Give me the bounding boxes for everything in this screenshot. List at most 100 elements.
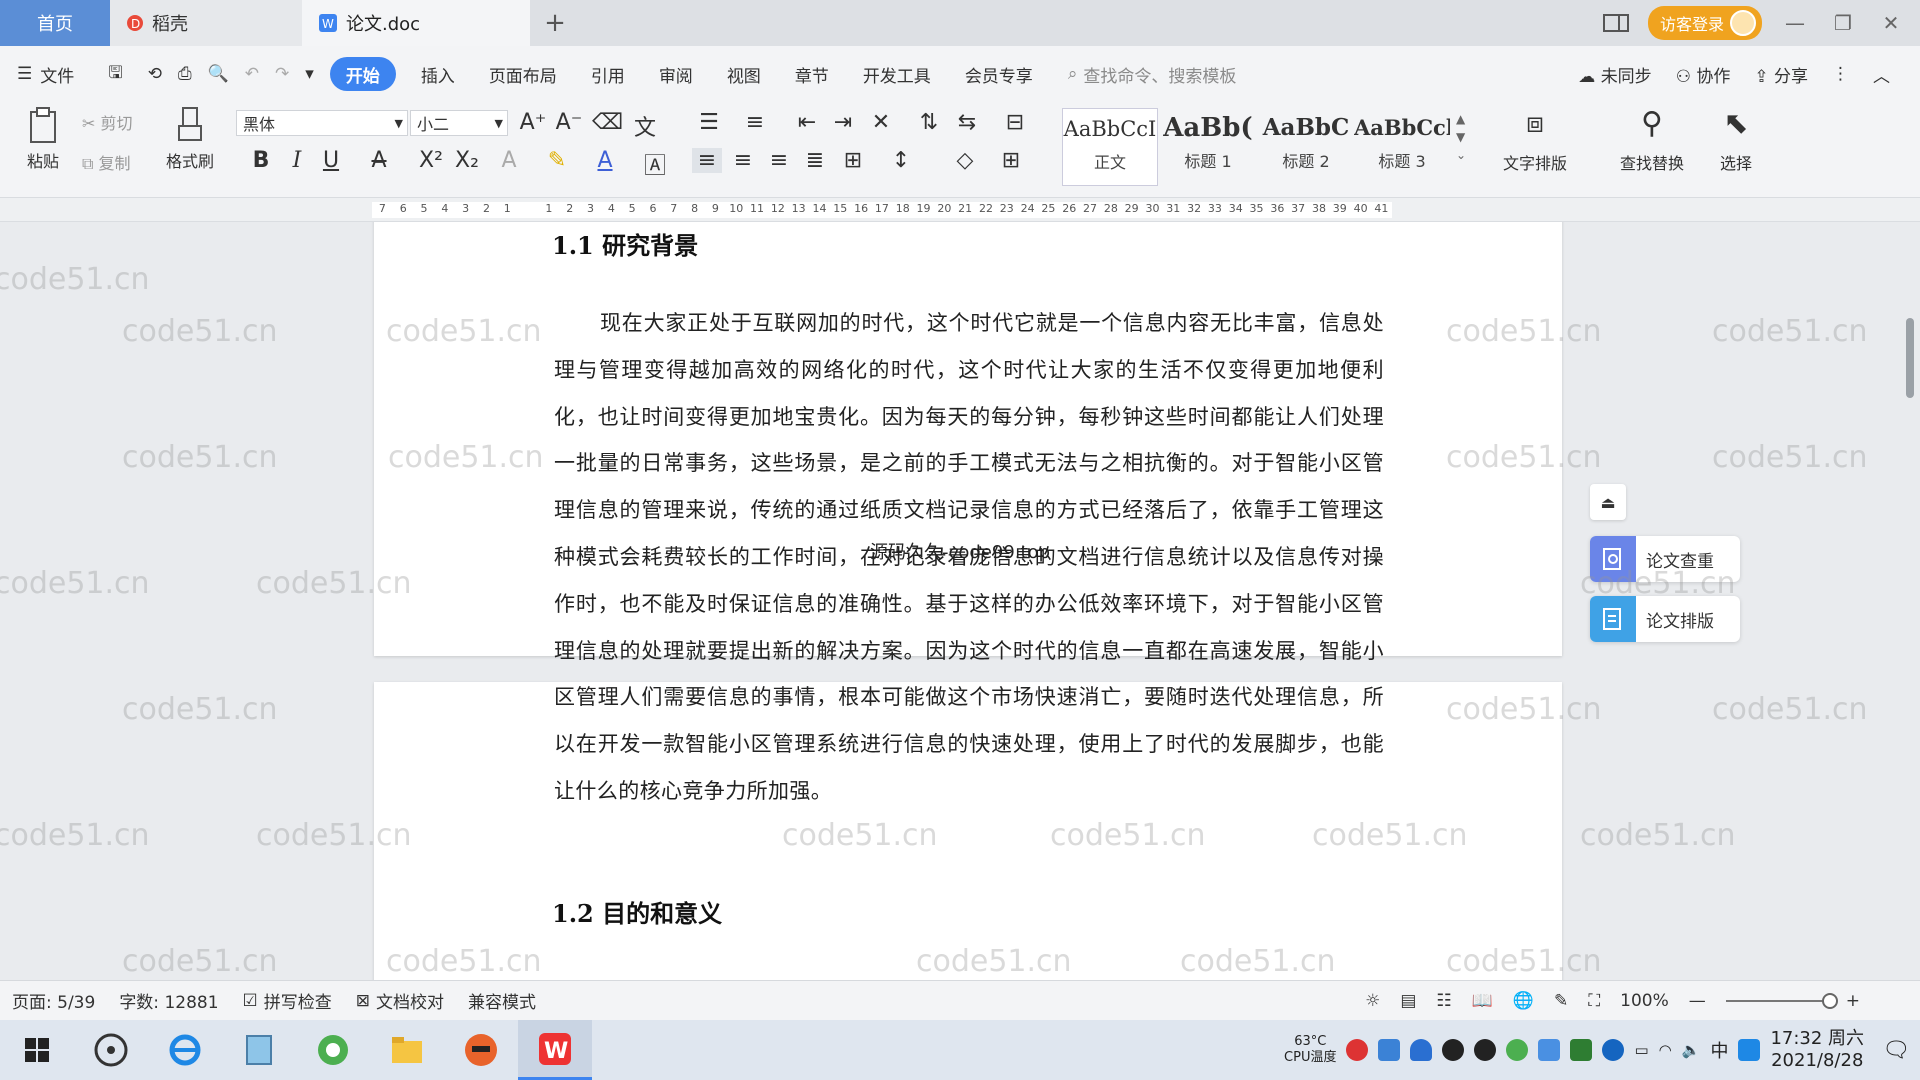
- collapse-ribbon-icon[interactable]: ︿: [1873, 62, 1890, 87]
- battery-icon[interactable]: ▭: [1634, 1041, 1648, 1059]
- menu-member[interactable]: 会员专享: [948, 57, 1050, 91]
- wps-writer-icon[interactable]: W: [518, 1020, 592, 1080]
- system-clock[interactable]: 17:32 周六 2021/8/28: [1770, 1028, 1864, 1072]
- print-preview-icon[interactable]: 🔍: [200, 57, 237, 91]
- layout-toggle-icon[interactable]: [1602, 12, 1630, 34]
- style-normal[interactable]: AaBbCcI 正文: [1062, 108, 1158, 186]
- vertical-scrollbar[interactable]: [1900, 222, 1920, 980]
- file-explorer-icon[interactable]: [370, 1020, 444, 1080]
- format-painter-button[interactable]: 格式刷: [160, 106, 220, 172]
- doc-proofread-button[interactable]: ⊠ 文档校对: [344, 988, 456, 1014]
- distributed-icon[interactable]: ⊞: [838, 148, 868, 173]
- decrease-indent-icon[interactable]: ⇤: [792, 110, 822, 135]
- text-layout-button[interactable]: ⧈ 文字排版: [1490, 106, 1580, 174]
- menu-insert[interactable]: 插入: [404, 57, 472, 91]
- increase-indent-icon[interactable]: ⇥: [828, 110, 858, 135]
- menu-view[interactable]: 视图: [710, 57, 778, 91]
- input-method-icon[interactable]: [1738, 1039, 1761, 1061]
- cut-button[interactable]: ✂ 剪切: [82, 110, 133, 134]
- menu-developer[interactable]: 开发工具: [846, 57, 948, 91]
- zoom-slider-knob[interactable]: [1821, 992, 1838, 1009]
- web-view-icon[interactable]: 🌐: [1513, 991, 1534, 1011]
- tab-stops-icon[interactable]: ⊟: [1000, 110, 1030, 135]
- tab-home[interactable]: 首页: [0, 0, 110, 46]
- file-menu[interactable]: ☰ 文件: [0, 57, 91, 91]
- tab-document[interactable]: W 论文.doc: [302, 0, 530, 46]
- horizontal-ruler[interactable]: 7 6 5 4 3 2 1 1 2 3 4 5 6 7 8 9 10 11 12 13 14 15 16 17 18 19 20 21…: [0, 198, 1920, 222]
- zoom-in-icon[interactable]: +: [1846, 991, 1860, 1011]
- bold-icon[interactable]: B: [246, 148, 276, 173]
- underline-icon[interactable]: U: [316, 148, 346, 173]
- menu-page-layout[interactable]: 页面布局: [472, 57, 574, 91]
- menu-review[interactable]: 审阅: [642, 57, 710, 91]
- clear-format-icon[interactable]: ⌫: [592, 110, 623, 135]
- copy-button[interactable]: ⧉ 复制: [82, 150, 131, 174]
- show-marks-icon[interactable]: ⇆: [952, 110, 982, 135]
- new-tab-button[interactable]: +: [530, 0, 580, 46]
- save-icon[interactable]: 🖫: [91, 57, 139, 91]
- ime-indicator[interactable]: 中: [1710, 1037, 1728, 1063]
- spell-check-button[interactable]: ☑ 拼写检查: [231, 988, 344, 1014]
- close-icon[interactable]: ✕: [1876, 11, 1906, 35]
- restore-icon[interactable]: ❐: [1828, 11, 1858, 35]
- styles-scroll-icon[interactable]: ▲ ▼ ⌄: [1456, 110, 1466, 164]
- paste-button[interactable]: 粘贴: [18, 106, 68, 172]
- collab-button[interactable]: ⚇ 协作: [1676, 62, 1731, 87]
- cpu-temp-widget[interactable]: 63°C CPU温度: [1284, 1034, 1336, 1066]
- zoom-slider[interactable]: [1725, 992, 1838, 1009]
- command-search[interactable]: ⌕ 查找命令、搜索模板: [1068, 62, 1237, 87]
- qq-icon[interactable]: [1474, 1039, 1497, 1061]
- internet-explorer-icon[interactable]: [148, 1020, 222, 1080]
- redo-icon[interactable]: ↷: [267, 57, 297, 91]
- tray-red-icon[interactable]: [1346, 1039, 1369, 1061]
- borders-icon[interactable]: ⊞: [996, 148, 1026, 173]
- char-border-icon[interactable]: 🄰: [640, 148, 670, 180]
- fit-page-icon[interactable]: ⛶: [1588, 991, 1600, 1011]
- zoom-out-icon[interactable]: —: [1689, 991, 1706, 1011]
- guest-login-button[interactable]: 访客登录: [1647, 6, 1762, 40]
- tray-green-icon[interactable]: [1506, 1039, 1529, 1061]
- browser-green-icon[interactable]: [296, 1020, 370, 1080]
- strikethrough-icon[interactable]: A: [364, 148, 394, 173]
- phonetic-icon[interactable]: 文: [630, 110, 660, 142]
- scrollbar-thumb[interactable]: [1906, 318, 1914, 398]
- grow-font-icon[interactable]: A⁺: [518, 110, 548, 135]
- font-size-select[interactable]: 小二 ▼: [410, 110, 508, 136]
- font-name-select[interactable]: 黑体 ▼: [236, 110, 408, 136]
- notification-icon[interactable]: 🗨: [1874, 1038, 1910, 1063]
- windows-start-icon[interactable]: [0, 1020, 74, 1080]
- collapse-panel-icon[interactable]: ⏏: [1590, 484, 1626, 520]
- page-indicator[interactable]: 页面: 5/39: [0, 988, 107, 1013]
- pinwheel-app-icon[interactable]: [74, 1020, 148, 1080]
- paper-layout-button[interactable]: 论文排版: [1590, 596, 1740, 642]
- sync-button[interactable]: ☁ 未同步: [1578, 62, 1651, 87]
- minimize-icon[interactable]: —: [1780, 11, 1810, 35]
- tray-blue-icon[interactable]: [1378, 1039, 1401, 1061]
- shading-icon[interactable]: ◇: [950, 148, 980, 173]
- wifi-icon[interactable]: ◠: [1659, 1041, 1672, 1059]
- more-icon[interactable]: ⋮: [1832, 64, 1849, 84]
- justify-icon[interactable]: ≣: [800, 148, 830, 173]
- chinese-layout-icon[interactable]: ✕: [866, 110, 896, 135]
- menu-references[interactable]: 引用: [574, 57, 642, 91]
- sort-icon[interactable]: ⇅: [914, 110, 944, 135]
- tab-daoke[interactable]: D 稻壳: [110, 0, 302, 46]
- print-icon[interactable]: ⎙: [170, 57, 200, 91]
- qq-icon[interactable]: [1442, 1039, 1465, 1061]
- reading-view-icon[interactable]: 📖: [1472, 991, 1493, 1011]
- document-canvas[interactable]: 1.1 研究背景 现在大家正处于互联网加的时代，这个时代它就是一个信息内容无比丰…: [0, 222, 1900, 980]
- paper-check-button[interactable]: 论文查重: [1590, 536, 1740, 582]
- align-center-icon[interactable]: ≡: [728, 148, 758, 173]
- highlight-icon[interactable]: ✎: [542, 148, 572, 173]
- style-heading-2[interactable]: AaBbC 标题 2: [1258, 108, 1354, 186]
- find-replace-button[interactable]: ⚲ 查找替换: [1604, 106, 1700, 174]
- shrink-font-icon[interactable]: A⁻: [554, 110, 584, 135]
- undo-icon[interactable]: ↶: [237, 57, 267, 91]
- text-effect-icon[interactable]: A: [494, 148, 524, 173]
- eye-protection-icon[interactable]: ☼: [1365, 991, 1380, 1011]
- align-right-icon[interactable]: ≡: [764, 148, 794, 173]
- subscript-icon[interactable]: X₂: [452, 148, 482, 173]
- select-button[interactable]: ⬉ 选择: [1706, 106, 1766, 174]
- volume-icon[interactable]: 🔈: [1682, 1041, 1701, 1059]
- outline-view-icon[interactable]: ☷: [1436, 991, 1451, 1011]
